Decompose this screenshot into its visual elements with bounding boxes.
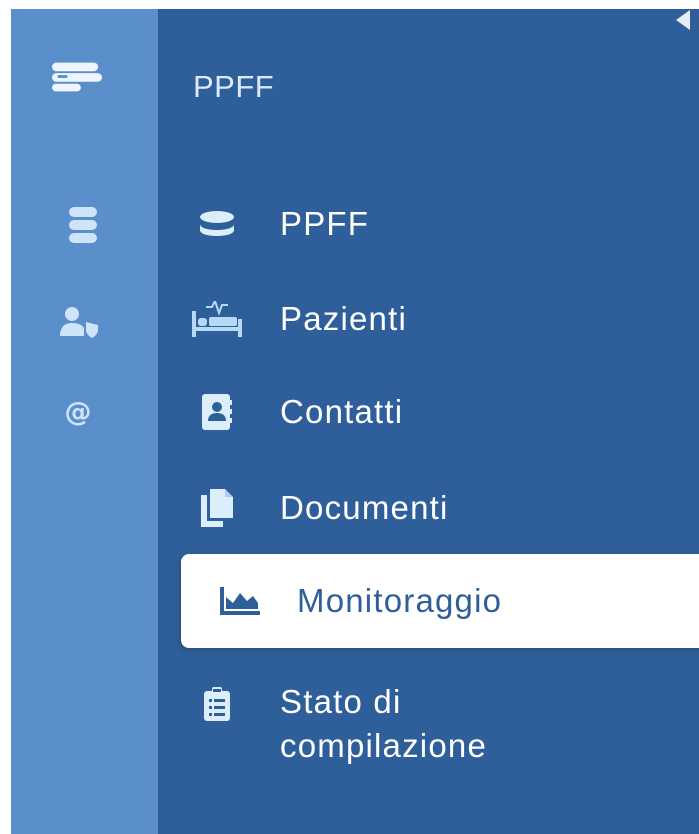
collapse-arrow-icon[interactable] xyxy=(676,10,690,30)
bed-icon xyxy=(192,299,242,339)
menu-item-contatti[interactable]: Contatti xyxy=(170,366,699,458)
logo-icon[interactable] xyxy=(52,62,102,92)
menu-item-label: PPFF xyxy=(280,205,370,242)
database-icon[interactable] xyxy=(63,205,103,245)
menu-item-pazienti[interactable]: Pazienti xyxy=(170,273,699,365)
menu-item-label: Pazienti xyxy=(280,300,408,337)
database-icon xyxy=(192,204,242,244)
area-chart-icon xyxy=(215,581,265,621)
menu-item-label: Documenti xyxy=(280,489,449,526)
copy-icon xyxy=(192,488,242,528)
module-title: PPFF xyxy=(193,69,275,104)
menu-item-ppff[interactable]: PPFF xyxy=(170,178,699,270)
menu-item-label: Monitoraggio xyxy=(297,582,503,619)
at-icon[interactable]: @ xyxy=(58,392,98,432)
menu-item-monitoraggio[interactable]: Monitoraggio xyxy=(181,554,699,648)
clipboard-list-icon xyxy=(192,684,242,724)
menu-item-documenti[interactable]: Documenti xyxy=(170,462,699,554)
menu-item-label: Stato di compilazione xyxy=(280,683,488,764)
address-book-icon xyxy=(192,392,242,432)
menu-item-stato-di-compilazione[interactable]: Stato di compilazione xyxy=(170,660,699,790)
user-shield-icon[interactable] xyxy=(60,302,100,342)
menu-item-label: Contatti xyxy=(280,393,404,430)
